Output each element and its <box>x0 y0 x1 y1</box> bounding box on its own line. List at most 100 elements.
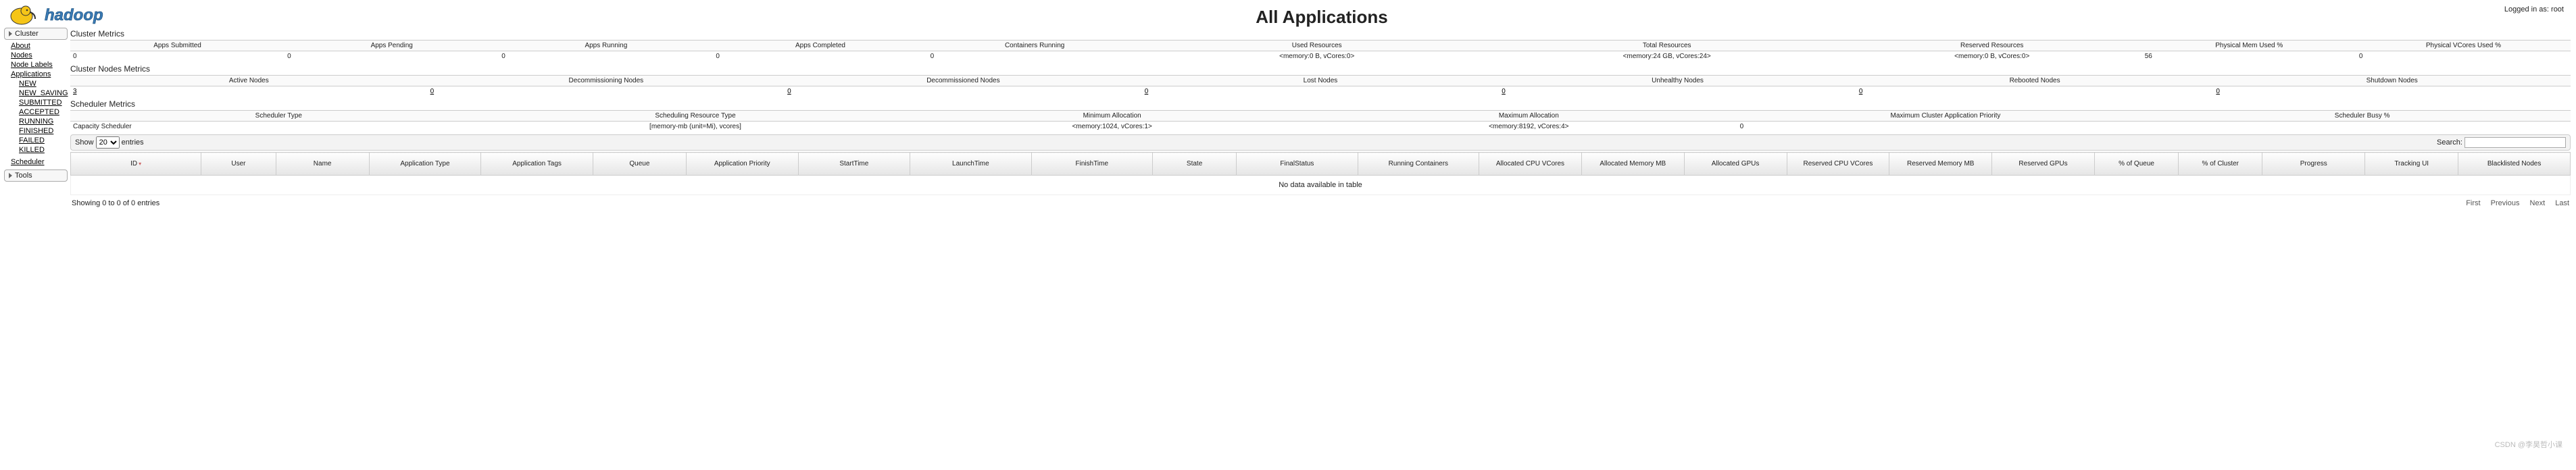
svg-text:hadoop: hadoop <box>45 6 103 24</box>
col-progress[interactable]: Progress <box>2262 153 2365 176</box>
length-control: Show 20 entries <box>75 136 144 149</box>
col-start-time[interactable]: StartTime <box>798 153 910 176</box>
col-launch-time[interactable]: LaunchTime <box>910 153 1031 176</box>
pager-prev[interactable]: Previous <box>2491 199 2520 207</box>
page-length-select[interactable]: 20 <box>96 136 120 149</box>
sort-desc-icon: ▾ <box>139 161 141 167</box>
val-apps-submitted: 0 <box>70 51 284 62</box>
pager-next[interactable]: Next <box>2530 199 2546 207</box>
col-tracking-ui[interactable]: Tracking UI <box>2365 153 2458 176</box>
col-running-containers[interactable]: Running Containers <box>1358 153 1479 176</box>
col-id[interactable]: ID▾ <box>71 153 201 176</box>
search-control: Search: <box>2437 137 2566 148</box>
sidebar-item-about[interactable]: About <box>11 42 30 50</box>
col-apps-completed[interactable]: Apps Completed <box>713 41 927 51</box>
sidebar-item-running[interactable]: RUNNING <box>19 118 53 126</box>
login-info: Logged in as: root <box>2504 3 2569 14</box>
val-decommissioning-nodes: 0 <box>428 86 785 97</box>
val-max-alloc: <memory:8192, vCores:4> <box>1320 122 1737 132</box>
sidebar-item-applications[interactable]: Applications <box>11 70 51 78</box>
cluster-metrics-table: Apps Submitted Apps Pending Apps Running… <box>70 40 2571 61</box>
col-shutdown-nodes[interactable]: Shutdown Nodes <box>2213 76 2571 86</box>
col-state[interactable]: State <box>1153 153 1237 176</box>
heading-nodes-metrics: Cluster Nodes Metrics <box>70 64 2571 74</box>
val-max-priority: 0 <box>1737 122 2154 132</box>
col-reserved-resources[interactable]: Reserved Resources <box>1842 41 2142 51</box>
sidebar-item-submitted[interactable]: SUBMITTED <box>19 99 62 107</box>
sidebar-item-nodes[interactable]: Nodes <box>11 51 32 59</box>
col-containers-running[interactable]: Containers Running <box>928 41 1142 51</box>
col-used-resources[interactable]: Used Resources <box>1142 41 1492 51</box>
sidebar-item-finished[interactable]: FINISHED <box>19 127 53 135</box>
val-min-alloc: <memory:1024, vCores:1> <box>903 122 1320 132</box>
col-decommissioning-nodes[interactable]: Decommissioning Nodes <box>428 76 785 86</box>
pager-last[interactable]: Last <box>2555 199 2569 207</box>
col-min-alloc[interactable]: Minimum Allocation <box>903 111 1320 122</box>
page-title: All Applications <box>139 3 2504 28</box>
col-resource-type[interactable]: Scheduling Resource Type <box>487 111 904 122</box>
val-used-resources: <memory:0 B, vCores:0> <box>1142 51 1492 62</box>
col-apps-running[interactable]: Apps Running <box>499 41 713 51</box>
col-scheduler-type[interactable]: Scheduler Type <box>70 111 487 122</box>
col-active-nodes[interactable]: Active Nodes <box>70 76 428 86</box>
col-lost-nodes[interactable]: Lost Nodes <box>1142 76 1500 86</box>
col-max-priority[interactable]: Maximum Cluster Application Priority <box>1737 111 2154 122</box>
col-finish-time[interactable]: FinishTime <box>1031 153 1152 176</box>
pager-first[interactable]: First <box>2466 199 2480 207</box>
col-alloc-cpu[interactable]: Allocated CPU VCores <box>1479 153 1582 176</box>
col-decommissioned-nodes[interactable]: Decommissioned Nodes <box>785 76 1142 86</box>
col-app-tags[interactable]: Application Tags <box>481 153 593 176</box>
val-apps-running: 0 <box>499 51 713 62</box>
sidebar-item-node-labels[interactable]: Node Labels <box>11 61 53 69</box>
sidebar-item-accepted[interactable]: ACCEPTED <box>19 108 59 116</box>
search-input[interactable] <box>2464 137 2566 148</box>
sidebar-item-scheduler[interactable]: Scheduler <box>11 158 45 166</box>
val-total-resources: <memory:24 GB, vCores:24> <box>1492 51 1842 62</box>
watermark: CSDN @李昊哲小课 <box>2495 439 2562 450</box>
sidebar-section-cluster[interactable]: Cluster <box>4 28 68 40</box>
col-app-priority[interactable]: Application Priority <box>686 153 798 176</box>
val-phys-mem: 56 <box>2142 51 2356 62</box>
sidebar-item-killed[interactable]: KILLED <box>19 146 45 154</box>
col-res-mem[interactable]: Reserved Memory MB <box>1889 153 1992 176</box>
col-app-type[interactable]: Application Type <box>369 153 481 176</box>
pager: First Previous Next Last <box>2458 199 2569 207</box>
col-pct-queue[interactable]: % of Queue <box>2094 153 2178 176</box>
col-res-cpu[interactable]: Reserved CPU VCores <box>1787 153 1889 176</box>
col-max-alloc[interactable]: Maximum Allocation <box>1320 111 1737 122</box>
col-unhealthy-nodes[interactable]: Unhealthy Nodes <box>1499 76 1856 86</box>
sidebar-item-failed[interactable]: FAILED <box>19 136 45 145</box>
heading-cluster-metrics: Cluster Metrics <box>70 29 2571 38</box>
val-scheduler-type: Capacity Scheduler <box>70 122 487 132</box>
sidebar-section-tools[interactable]: Tools <box>4 169 68 182</box>
col-queue[interactable]: Queue <box>593 153 686 176</box>
chevron-right-icon <box>9 31 12 36</box>
col-alloc-mem[interactable]: Allocated Memory MB <box>1581 153 1684 176</box>
val-apps-completed: 0 <box>713 51 927 62</box>
sidebar-item-new-saving[interactable]: NEW_SAVING <box>19 89 68 97</box>
sidebar-item-new[interactable]: NEW <box>19 80 36 88</box>
col-res-gpus[interactable]: Reserved GPUs <box>1992 153 2095 176</box>
col-pct-cluster[interactable]: % of Cluster <box>2179 153 2262 176</box>
elephant-icon <box>7 3 39 27</box>
val-lost-nodes: 0 <box>1142 86 1500 97</box>
col-apps-submitted[interactable]: Apps Submitted <box>70 41 284 51</box>
col-total-resources[interactable]: Total Resources <box>1492 41 1842 51</box>
applications-table: ID▾ User Name Application Type Applicati… <box>70 152 2571 195</box>
val-reserved-resources: <memory:0 B, vCores:0> <box>1842 51 2142 62</box>
col-phys-vcores[interactable]: Physical VCores Used % <box>2356 41 2571 51</box>
val-unhealthy-nodes: 0 <box>1499 86 1856 97</box>
col-apps-pending[interactable]: Apps Pending <box>284 41 499 51</box>
col-user[interactable]: User <box>201 153 276 176</box>
col-blacklisted[interactable]: Blacklisted Nodes <box>2458 153 2571 176</box>
table-info: Showing 0 to 0 of 0 entries <box>72 199 159 207</box>
col-alloc-gpus[interactable]: Allocated GPUs <box>1684 153 1787 176</box>
col-busy[interactable]: Scheduler Busy % <box>2154 111 2571 122</box>
val-active-nodes: 3 <box>70 86 428 97</box>
col-rebooted-nodes[interactable]: Rebooted Nodes <box>1856 76 2214 86</box>
col-phys-mem[interactable]: Physical Mem Used % <box>2142 41 2356 51</box>
col-final-status[interactable]: FinalStatus <box>1237 153 1358 176</box>
val-apps-pending: 0 <box>284 51 499 62</box>
val-busy <box>2154 122 2571 132</box>
col-name[interactable]: Name <box>276 153 369 176</box>
